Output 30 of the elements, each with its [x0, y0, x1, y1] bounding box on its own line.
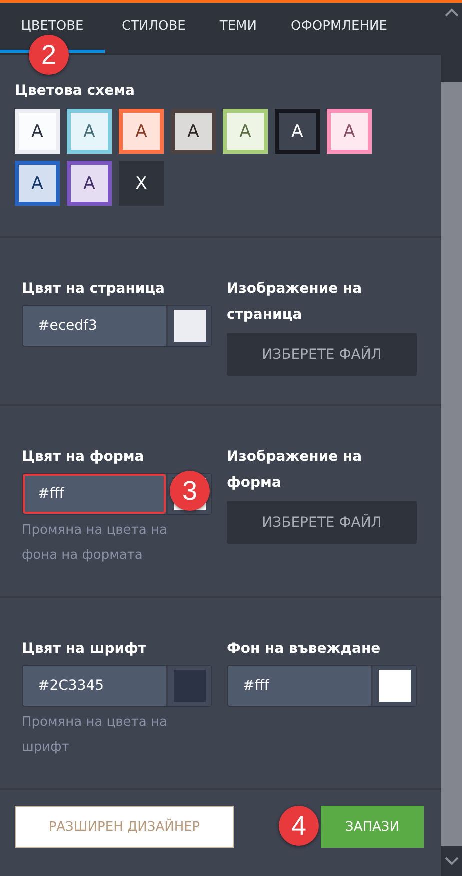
field-label: Фон на въвеждане: [227, 640, 382, 659]
color-scheme-option[interactable]: A: [67, 109, 112, 154]
tab[interactable]: ТЕМИ: [202, 3, 274, 53]
field-label: Цвят на шрифт: [22, 640, 148, 659]
color-scheme-option[interactable]: A: [171, 109, 216, 154]
field-hint: Промяна на цвета на фона на формата: [22, 522, 168, 565]
scrollbar-thumb[interactable]: [441, 82, 462, 846]
color-scheme-option[interactable]: A: [119, 109, 164, 154]
scroll-down-icon[interactable]: [444, 856, 458, 866]
field-label: Цвят на страница: [22, 280, 166, 299]
reset-scheme-button[interactable]: X: [119, 161, 164, 206]
tab[interactable]: СТИЛОВЕ: [105, 3, 203, 53]
color-scheme-option[interactable]: A: [15, 161, 60, 206]
choose-file-button[interactable]: ИЗБЕРЕТЕ ФАЙЛ: [227, 501, 417, 544]
section-title: Цветова схема: [15, 83, 136, 99]
tab[interactable]: ОФОРМЛЕНИЕ: [274, 3, 404, 53]
step-number-tooltip: 4: [279, 806, 319, 846]
field-label: Цвят на форма: [22, 448, 146, 467]
color-scheme-option[interactable]: A: [67, 161, 112, 206]
field-label: Изображение на страница: [227, 280, 364, 325]
color-scheme-option[interactable]: A: [223, 109, 268, 154]
color-input-field[interactable]: #fff: [23, 474, 166, 514]
step-number-tooltip: 2: [29, 35, 69, 75]
color-scheme-option[interactable]: A: [15, 109, 60, 154]
field-label: Изображение на форма: [227, 448, 364, 493]
scroll-up-icon[interactable]: [444, 8, 458, 17]
choose-file-button[interactable]: ИЗБЕРЕТЕ ФАЙЛ: [227, 333, 417, 376]
color-scheme-option[interactable]: A: [275, 109, 320, 154]
color-scheme-option[interactable]: A: [327, 109, 372, 154]
field-hint: Промяна на цвета на шрифт: [22, 714, 168, 757]
